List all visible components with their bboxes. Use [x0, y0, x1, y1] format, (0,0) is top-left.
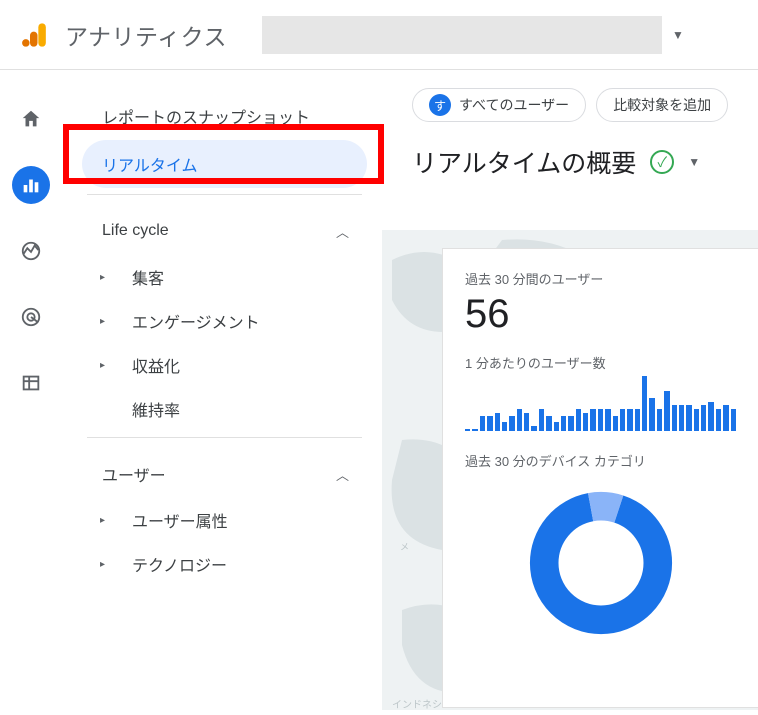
- users-30min-label: 過去 30 分間のユーザー: [465, 269, 736, 288]
- configure-icon[interactable]: [12, 364, 50, 402]
- realtime-card: 過去 30 分間のユーザー 56 1 分あたりのユーザー数 過去 30 分のデバ…: [442, 248, 758, 708]
- users-per-minute-label: 1 分あたりのユーザー数: [465, 353, 736, 372]
- report-sidebar: レポートのスナップショット リアルタイム Life cycle ︿ ▸ 集客 ▸ エ…: [62, 70, 382, 670]
- device-donut-wrap: [465, 488, 736, 638]
- property-name-placeholder: [262, 16, 662, 54]
- app-title: アナリティクス: [65, 18, 227, 52]
- sidebar-sub-label: エンゲージメント: [132, 309, 260, 333]
- triangle-right-icon: ▸: [100, 316, 110, 327]
- sidebar-sub-label: 集客: [132, 265, 164, 289]
- chevron-up-icon: ︿: [336, 222, 349, 241]
- divider: [87, 194, 362, 195]
- caret-down-icon: ▼: [672, 28, 684, 42]
- sidebar-sub-acquisition[interactable]: ▸ 集客: [82, 255, 367, 299]
- triangle-right-icon: ▸: [100, 515, 110, 526]
- sidebar-group-lifecycle[interactable]: Life cycle ︿: [82, 207, 367, 255]
- sidebar-item-label: レポートのスナップショット: [102, 104, 310, 128]
- device-category-label: 過去 30 分のデバイス カテゴリ: [465, 451, 736, 470]
- device-donut-chart: [526, 488, 676, 638]
- check-circle-icon[interactable]: ✓: [650, 150, 674, 174]
- sidebar-sub-label: テクノロジー: [132, 552, 227, 576]
- chip-label: 比較対象を追加: [613, 95, 711, 115]
- users-30min-value: 56: [465, 292, 736, 337]
- main-panel: す すべてのユーザー 比較対象を追加 リアルタイムの概要 ✓ ▼ メ インドネシ…: [382, 70, 758, 670]
- svg-text:インドネシ: インドネシ: [392, 699, 442, 710]
- sidebar-sub-engagement[interactable]: ▸ エンゲージメント: [82, 299, 367, 343]
- sidebar-sub-label: 収益化: [132, 353, 180, 377]
- app-header: アナリティクス ▼: [0, 0, 758, 70]
- sidebar-group-label: Life cycle: [102, 222, 169, 240]
- sidebar-group-user[interactable]: ユーザー ︿: [82, 450, 367, 498]
- sidebar-item-label: リアルタイム: [102, 152, 198, 176]
- page-title: リアルタイムの概要: [412, 144, 636, 180]
- chevron-up-icon: ︿: [336, 465, 349, 484]
- sidebar-group-label: ユーザー: [102, 462, 166, 486]
- explore-icon[interactable]: [12, 232, 50, 270]
- triangle-right-icon: ▸: [100, 360, 110, 371]
- sidebar-sub-label: ユーザー属性: [132, 508, 228, 532]
- icon-rail: [0, 70, 62, 670]
- sidebar-item-snapshot[interactable]: レポートのスナップショット: [82, 92, 367, 140]
- sidebar-sub-retention[interactable]: ▸維持率: [82, 387, 367, 431]
- advertising-icon[interactable]: [12, 298, 50, 336]
- property-selector[interactable]: ▼: [262, 16, 684, 54]
- sidebar-sub-tech[interactable]: ▸ テクノロジー: [82, 542, 367, 586]
- sidebar-sub-label: 維持率: [132, 397, 180, 421]
- home-icon[interactable]: [12, 100, 50, 138]
- chip-badge: す: [429, 94, 451, 116]
- svg-text:メ: メ: [400, 542, 409, 552]
- chip-add-comparison[interactable]: 比較対象を追加: [596, 88, 728, 122]
- caret-down-icon[interactable]: ▼: [688, 155, 700, 169]
- chip-all-users[interactable]: す すべてのユーザー: [412, 88, 586, 122]
- sidebar-item-realtime[interactable]: リアルタイム: [82, 140, 367, 188]
- sidebar-sub-demographics[interactable]: ▸ ユーザー属性: [82, 498, 367, 542]
- sidebar-sub-monetization[interactable]: ▸ 収益化: [82, 343, 367, 387]
- triangle-right-icon: ▸: [100, 272, 110, 283]
- divider: [87, 437, 362, 438]
- comparison-chip-row: す すべてのユーザー 比較対象を追加: [412, 88, 758, 122]
- analytics-logo-icon: [20, 20, 50, 50]
- chip-label: すべてのユーザー: [459, 95, 569, 115]
- reports-icon[interactable]: [12, 166, 50, 204]
- page-title-row: リアルタイムの概要 ✓ ▼: [412, 144, 758, 180]
- users-per-minute-bars: [465, 376, 736, 431]
- triangle-right-icon: ▸: [100, 559, 110, 570]
